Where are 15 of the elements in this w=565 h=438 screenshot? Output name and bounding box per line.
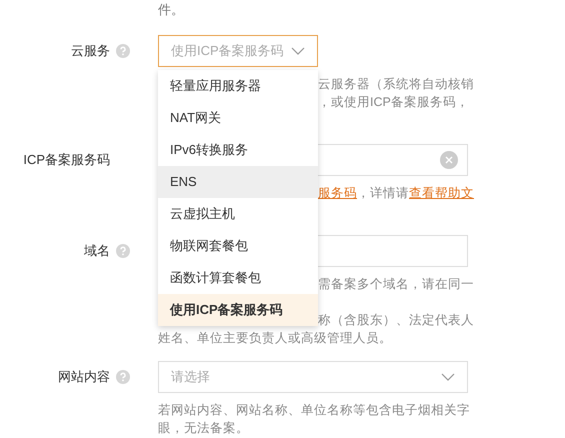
help-text: 需备案多个域名，请在同一 — [318, 276, 474, 293]
field-label: ICP备案服务码 — [22, 151, 110, 169]
help-text: 若网站内容、网站名称、单位名称等包含电子烟相关字 — [158, 402, 470, 419]
select-placeholder: 请选择 — [171, 368, 211, 386]
help-text: 眼，无法备案。 — [158, 420, 249, 437]
help-text: 件。 — [158, 1, 185, 19]
help-text: ，或使用ICP备案服务码， — [318, 94, 469, 111]
help-text: 姓名、单位主要负责人或高级管理人员。 — [158, 330, 392, 347]
field-label: 云服务 — [70, 42, 110, 60]
field-label: 网站内容 — [57, 368, 110, 386]
field-label: 域名 — [83, 242, 110, 260]
help-text: 云服务器（系统将自动核销 — [318, 76, 474, 93]
select-value: 使用ICP备案服务码 — [171, 42, 285, 60]
help-text: 称（含股东）、法定代表人 — [318, 312, 474, 329]
help-text: 服务码，详情请查看帮助文 — [318, 185, 474, 202]
